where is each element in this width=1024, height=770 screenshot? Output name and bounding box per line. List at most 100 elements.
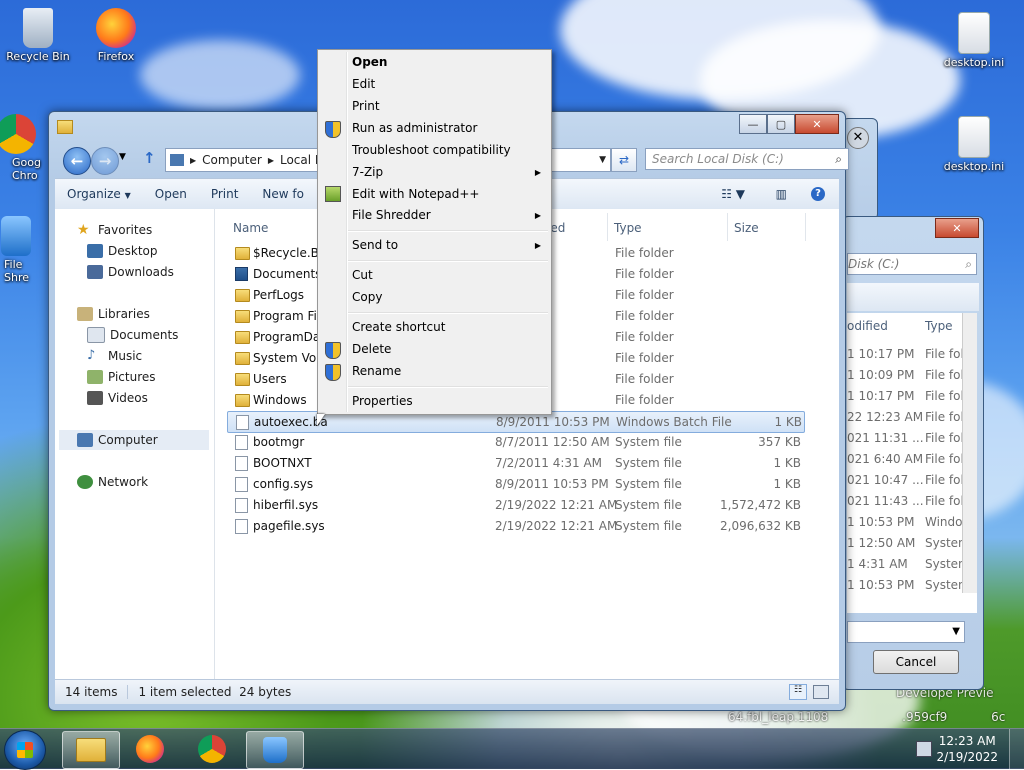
refresh-button[interactable]: ⇄ [611,148,637,172]
file-row[interactable]: pagefile.sys 2/19/2022 12:21 AM System fil… [227,516,803,536]
up-button[interactable]: ↑ [143,149,156,167]
menu-create-shortcut[interactable]: Create shortcut [352,317,445,337]
close-icon[interactable]: ✕ [847,127,869,149]
dialog-file-row[interactable]: 1 12:50 AM Systen [847,536,966,556]
view-options-icon[interactable]: ☷ ▼ [721,187,745,201]
dialog-close-button[interactable]: ✕ [935,218,979,238]
menu-copy[interactable]: Copy [352,287,382,307]
desktop-ini-icon-2[interactable]: desktop.ini [938,116,1010,173]
forward-button[interactable]: → [91,147,119,175]
menu-cut[interactable]: Cut [352,265,373,285]
context-menu: Open Edit Print Run as administrator Tro… [317,49,552,415]
menu-7zip[interactable]: 7-Zip [352,162,383,182]
breadcrumb-arrow-icon[interactable]: ▶ [190,156,196,165]
preview-pane-icon[interactable]: ▥ [776,187,787,201]
menu-separator [348,386,548,388]
show-desktop-button[interactable] [1009,729,1024,769]
dialog-file-row[interactable]: 22 12:23 AM File fol [847,410,964,430]
dialog-file-row[interactable]: 1 10:17 PM File fol [847,347,964,367]
taskbar-firefox-button[interactable] [122,731,178,767]
desktop-ini-icon-1[interactable]: desktop.ini [938,12,1010,69]
nav-favorites[interactable]: ★ Favorites [77,220,152,240]
network-tray-icon[interactable] [916,741,932,757]
nav-pictures[interactable]: Pictures [87,367,156,387]
menu-rename[interactable]: Rename [352,361,401,381]
menu-open[interactable]: Open [352,52,387,72]
column-header-size[interactable]: Size [734,221,759,235]
open-button[interactable]: Open [143,187,199,201]
maximize-button[interactable]: ▢ [767,114,795,134]
dialog-file-row[interactable]: 021 11:43 ... File fol [847,494,964,514]
dialog-file-row[interactable]: 021 10:47 ... File fol [847,473,964,493]
file-type: System file [615,477,682,491]
back-button[interactable]: ← [63,147,91,175]
column-header-type[interactable]: Type [614,221,642,235]
file-size: 2,096,632 KB [720,519,801,533]
dialog-file-type: Systen [925,536,966,550]
recycle-bin-desktop-icon[interactable]: Recycle Bin [2,8,74,63]
dialog-col-type[interactable]: Type [925,319,953,333]
menu-properties[interactable]: Properties [352,391,413,411]
search-input[interactable]: Search Local Disk (C:) ⌕ [645,148,849,170]
menu-edit-with-notepadpp[interactable]: Edit with Notepad++ [352,184,479,204]
menu-run-as-administrator[interactable]: Run as administrator [352,118,477,138]
firefox-desktop-icon[interactable]: Firefox [80,8,152,63]
chrome-desktop-icon[interactable]: Goog Chro [0,114,46,182]
menu-send-to[interactable]: Send to [352,235,398,255]
details-view-icon[interactable]: ☷ [789,684,807,700]
nav-desktop[interactable]: Desktop [87,241,158,261]
address-dropdown-icon[interactable]: ▼ [599,155,606,165]
breadcrumb-arrow-icon[interactable]: ▶ [268,156,274,165]
menu-file-shredder[interactable]: File Shredder [352,205,431,225]
nav-computer[interactable]: Computer [59,430,209,450]
dialog-file-row[interactable]: 1 10:53 PM Windo [847,515,963,535]
help-icon[interactable]: ? [811,187,825,201]
nav-libraries[interactable]: Libraries [77,304,150,324]
taskbar-chrome-button[interactable] [184,731,240,767]
dialog-file-row[interactable]: 021 11:31 ... File fol [847,431,964,451]
file-row[interactable]: config.sys 8/9/2011 10:53 PM System file 1 … [227,474,803,494]
menu-troubleshoot-compatibility[interactable]: Troubleshoot compatibility [352,140,511,160]
start-button[interactable] [4,730,46,770]
dialog-col-modified[interactable]: odified [847,319,888,333]
taskbar-explorer-button[interactable] [62,731,120,769]
organize-button[interactable]: Organize ▼ [55,187,143,201]
dialog-scrollbar[interactable] [962,313,977,593]
desktop-icon-label: File Shre [4,258,30,284]
menu-edit[interactable]: Edit [352,74,375,94]
file-row[interactable]: BOOTNXT 7/2/2011 4:31 AM System file 1 KB [227,453,803,473]
clock[interactable]: 12:23 AM 2/19/2022 [936,733,998,765]
nav-videos[interactable]: Videos [87,388,148,408]
history-dropdown-icon[interactable]: ▼ [119,152,126,162]
file-type: File folder [615,288,674,302]
menu-print[interactable]: Print [352,96,380,116]
column-header-name[interactable]: Name [233,221,268,235]
background-file-dialog[interactable]: ✕ Disk (C:) ⌕ odified Type 1 10:17 PM Fil… [842,216,984,690]
nav-network[interactable]: Network [77,472,148,492]
dialog-file-row[interactable]: 1 10:17 PM File fol [847,389,964,409]
dialog-file-row[interactable]: 1 10:53 PM Systen [847,578,966,598]
nav-music[interactable]: ♪ Music [87,346,142,366]
dialog-file-row[interactable]: 1 10:09 PM File fol [847,368,964,388]
dialog-cancel-button[interactable]: Cancel [873,650,959,674]
minimize-button[interactable]: — [739,114,767,134]
dialog-file-type: File fol [925,347,964,361]
large-icons-view-icon[interactable] [813,685,829,699]
dialog-file-row[interactable]: 1 4:31 AM Systen [847,557,966,577]
dialog-file-row[interactable]: 021 6:40 AM File fol [847,452,964,472]
file-row[interactable]: bootmgr 8/7/2011 12:50 AM System file 357 K… [227,432,803,452]
search-icon[interactable]: ⌕ [835,152,842,167]
close-button[interactable]: ✕ [795,114,839,134]
dialog-filetype-select[interactable]: ▼ [847,621,965,643]
print-button[interactable]: Print [199,187,251,201]
menu-delete[interactable]: Delete [352,339,391,359]
file-row[interactable]: hiberfil.sys 2/19/2022 12:21 AM System fil… [227,495,803,515]
nav-downloads[interactable]: Downloads [87,262,174,282]
new-folder-button[interactable]: New fo [250,187,316,201]
file-shredder-desktop-icon[interactable]: File Shre [0,216,46,284]
computer-icon [77,433,93,447]
taskbar-file-shredder-button[interactable] [246,731,304,769]
nav-documents[interactable]: Documents [87,325,178,345]
breadcrumb-computer[interactable]: Computer [202,153,262,167]
dialog-search-box[interactable]: Disk (C:) ⌕ [847,253,977,275]
